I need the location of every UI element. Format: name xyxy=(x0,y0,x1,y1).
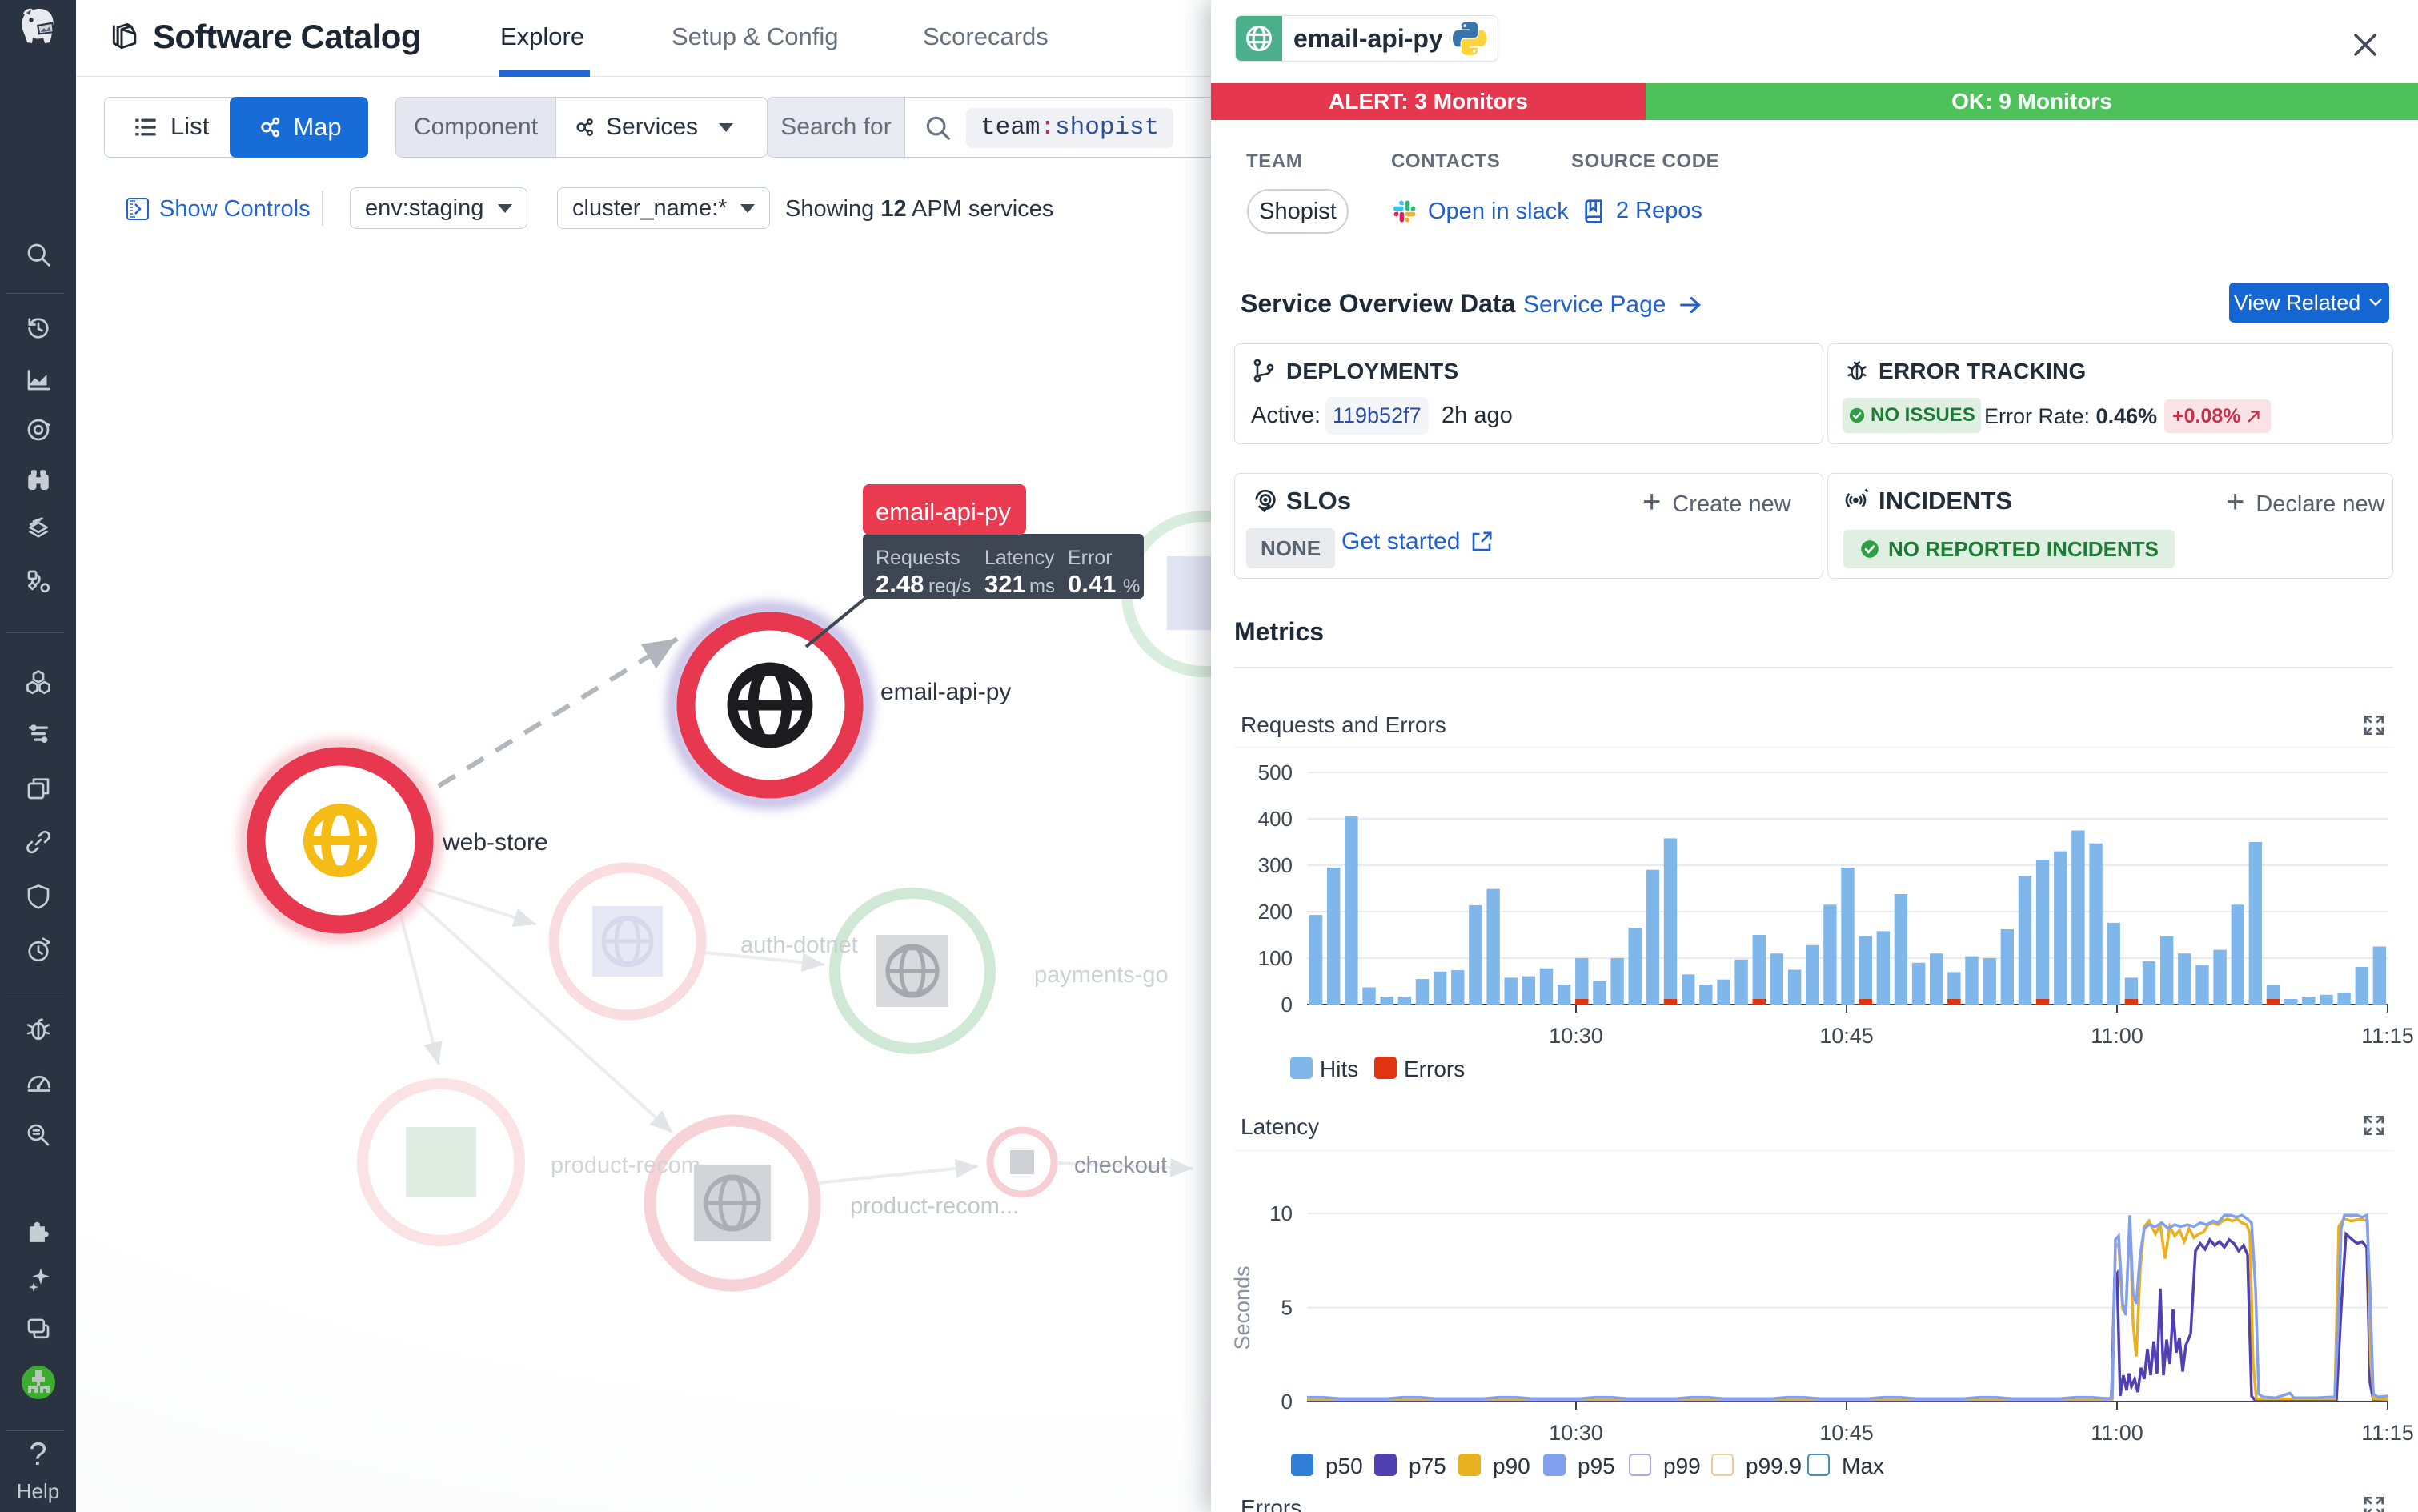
svg-text:product-recom...: product-recom... xyxy=(551,1153,720,1178)
svg-text:2.48: 2.48 xyxy=(876,570,924,598)
svg-text:ms: ms xyxy=(1029,576,1055,597)
svg-text:web-store: web-store xyxy=(442,829,548,856)
svg-text:0: 0 xyxy=(1281,1390,1293,1414)
svg-text:payments-go: payments-go xyxy=(1034,962,1169,988)
svg-text:auth-dotnet: auth-dotnet xyxy=(740,932,858,958)
svg-text:Latency: Latency xyxy=(984,547,1055,569)
svg-text:Seconds: Seconds xyxy=(1230,1265,1254,1350)
svg-text:Error: Error xyxy=(1068,547,1113,569)
svg-text:5: 5 xyxy=(1281,1296,1293,1320)
svg-text:req/s: req/s xyxy=(928,576,971,597)
svg-text:email-api-py: email-api-py xyxy=(876,498,1011,526)
svg-text:10:30: 10:30 xyxy=(1549,1421,1603,1445)
svg-text:321: 321 xyxy=(984,570,1026,598)
svg-text:10: 10 xyxy=(1269,1201,1293,1225)
svg-text:11:00: 11:00 xyxy=(2091,1421,2143,1445)
svg-text:10:45: 10:45 xyxy=(1819,1421,1874,1445)
svg-text:email-api-py: email-api-py xyxy=(880,679,1011,705)
svg-text:0.41: 0.41 xyxy=(1068,570,1116,598)
svg-text:11:15: 11:15 xyxy=(2361,1421,2414,1445)
svg-text:%: % xyxy=(1123,576,1140,597)
svg-text:product-recom...: product-recom... xyxy=(850,1193,1019,1219)
svg-text:Requests: Requests xyxy=(876,547,960,569)
svg-text:checkout: checkout xyxy=(1074,1153,1167,1178)
